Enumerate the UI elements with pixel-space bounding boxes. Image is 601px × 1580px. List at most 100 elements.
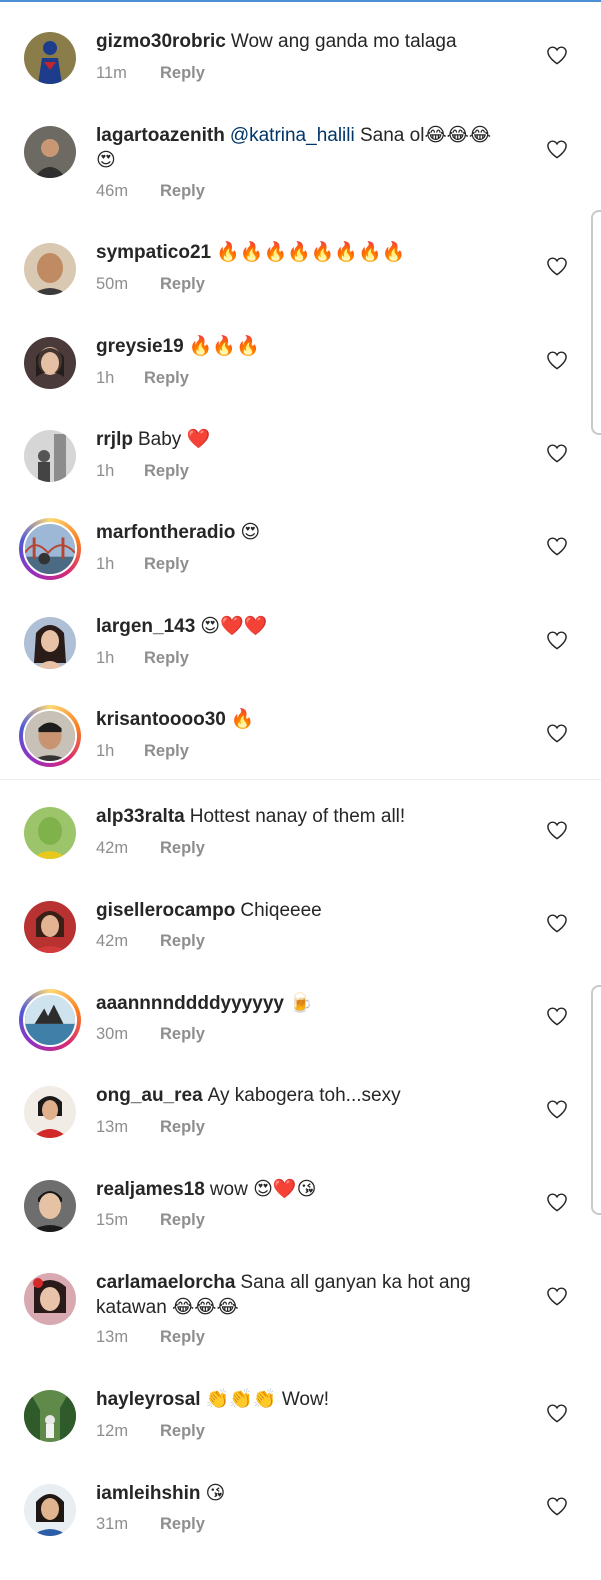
reply-button[interactable]: Reply	[160, 1515, 205, 1534]
username[interactable]: gizmo30robric	[96, 31, 226, 52]
timestamp: 1h	[96, 649, 115, 667]
avatar-woman-icon	[24, 617, 76, 669]
username[interactable]: rrjlp	[96, 429, 133, 450]
reply-button[interactable]: Reply	[144, 369, 189, 388]
comment-body: 🔥	[230, 709, 255, 730]
like-heart-icon[interactable]	[546, 1496, 568, 1516]
avatar-story-ring[interactable]	[19, 518, 81, 580]
avatar[interactable]	[24, 617, 76, 669]
avatar[interactable]	[24, 430, 76, 482]
avatar[interactable]	[24, 1484, 76, 1536]
comment-body: Baby ❤️	[137, 429, 211, 450]
like-heart-icon[interactable]	[546, 1006, 568, 1026]
avatar-woman-icon	[24, 901, 76, 953]
reply-button[interactable]: Reply	[160, 275, 205, 294]
top-accent-line	[0, 0, 601, 2]
username[interactable]: realjames18	[96, 1179, 205, 1200]
comment-text: realjames18 wow 😍❤️😘	[96, 1177, 516, 1202]
username[interactable]: greysie19	[96, 336, 184, 357]
reply-button[interactable]: Reply	[160, 932, 205, 951]
avatar-young-man-icon	[24, 1180, 76, 1232]
username[interactable]: aaannnnddddyyyyyy	[96, 993, 284, 1014]
reply-button[interactable]: Reply	[160, 1211, 205, 1230]
username[interactable]: hayleyrosal	[96, 1389, 201, 1410]
reply-button[interactable]: Reply	[160, 1025, 205, 1044]
reply-button[interactable]: Reply	[144, 742, 189, 761]
comment-text: rrjlp Baby ❤️	[96, 427, 516, 452]
avatar-woman-icon	[24, 1273, 76, 1325]
avatar[interactable]	[24, 1273, 76, 1325]
reply-button[interactable]: Reply	[144, 555, 189, 574]
like-heart-icon[interactable]	[546, 630, 568, 650]
username[interactable]: marfontheradio	[96, 522, 235, 543]
username[interactable]: gisellerocampo	[96, 900, 235, 921]
avatar-story-ring[interactable]	[19, 705, 81, 767]
timestamp: 1h	[96, 555, 115, 573]
avatar[interactable]	[24, 1390, 76, 1442]
like-heart-icon[interactable]	[546, 1099, 568, 1119]
reply-button[interactable]: Reply	[160, 64, 205, 83]
avatar[interactable]	[24, 1086, 76, 1138]
username[interactable]: ong_au_rea	[96, 1085, 203, 1106]
timestamp: 30m	[96, 1025, 129, 1043]
comment-meta: 1h Reply	[96, 649, 189, 668]
avatar-story-ring[interactable]	[19, 989, 81, 1051]
username[interactable]: krisantoooo30	[96, 709, 226, 730]
comment-meta: 13m Reply	[96, 1118, 205, 1137]
reply-button[interactable]: Reply	[160, 182, 205, 201]
comment-text: iamleihshin 😘	[96, 1481, 516, 1506]
avatar-forest-icon	[24, 1390, 76, 1442]
comment-body: Ay kabogera toh...sexy	[207, 1085, 401, 1106]
like-heart-icon[interactable]	[546, 1403, 568, 1423]
username[interactable]: lagartoazenith	[96, 125, 225, 146]
like-heart-icon[interactable]	[546, 536, 568, 556]
like-heart-icon[interactable]	[546, 45, 568, 65]
avatar[interactable]	[24, 901, 76, 953]
reply-button[interactable]: Reply	[160, 1422, 205, 1441]
username[interactable]: alp33ralta	[96, 806, 185, 827]
comment-meta: 1h Reply	[96, 555, 189, 574]
like-heart-icon[interactable]	[546, 820, 568, 840]
like-heart-icon[interactable]	[546, 1286, 568, 1306]
comment-text: gizmo30robric Wow ang ganda mo talaga	[96, 29, 516, 54]
comment-meta: 1h Reply	[96, 369, 189, 388]
like-heart-icon[interactable]	[546, 443, 568, 463]
username[interactable]: carlamaelorcha	[96, 1272, 235, 1293]
like-heart-icon[interactable]	[546, 350, 568, 370]
avatar-landscape-icon	[25, 995, 75, 1045]
reply-button[interactable]: Reply	[160, 1118, 205, 1137]
reply-button[interactable]: Reply	[160, 839, 205, 858]
avatar[interactable]	[24, 807, 76, 859]
avatar-bald-man-icon	[24, 243, 76, 295]
mention-link[interactable]: @katrina_halili	[230, 125, 355, 146]
like-heart-icon[interactable]	[546, 256, 568, 276]
username[interactable]: largen_143	[96, 616, 195, 637]
avatar-bridge-icon	[25, 524, 75, 574]
reply-button[interactable]: Reply	[144, 462, 189, 481]
avatar[interactable]	[24, 1180, 76, 1232]
reply-button[interactable]: Reply	[160, 1328, 205, 1347]
comment-text: lagartoazenith @katrina_halili Sana ol😂😂😂…	[96, 123, 516, 173]
like-heart-icon[interactable]	[546, 723, 568, 743]
timestamp: 12m	[96, 1422, 129, 1440]
comment-body: 🔥🔥🔥🔥🔥🔥🔥🔥	[216, 242, 406, 263]
comment-text: largen_143 😍❤️❤️	[96, 614, 516, 639]
avatar[interactable]	[24, 337, 76, 389]
username[interactable]: sympatico21	[96, 242, 211, 263]
comment-body: 👏👏👏 Wow!	[205, 1389, 329, 1410]
like-heart-icon[interactable]	[546, 913, 568, 933]
scrollbar-edge[interactable]	[591, 210, 601, 435]
like-heart-icon[interactable]	[546, 139, 568, 159]
avatar-bw-photo-icon	[24, 430, 76, 482]
scrollbar-edge[interactable]	[591, 985, 601, 1215]
comment-meta: 1h Reply	[96, 742, 189, 761]
comment-text: alp33ralta Hottest nanay of them all!	[96, 804, 516, 829]
comment-meta: 42m Reply	[96, 839, 205, 858]
avatar[interactable]	[24, 126, 76, 178]
timestamp: 1h	[96, 369, 115, 387]
avatar[interactable]	[24, 32, 76, 84]
avatar[interactable]	[24, 243, 76, 295]
reply-button[interactable]: Reply	[144, 649, 189, 668]
like-heart-icon[interactable]	[546, 1192, 568, 1212]
username[interactable]: iamleihshin	[96, 1483, 201, 1504]
